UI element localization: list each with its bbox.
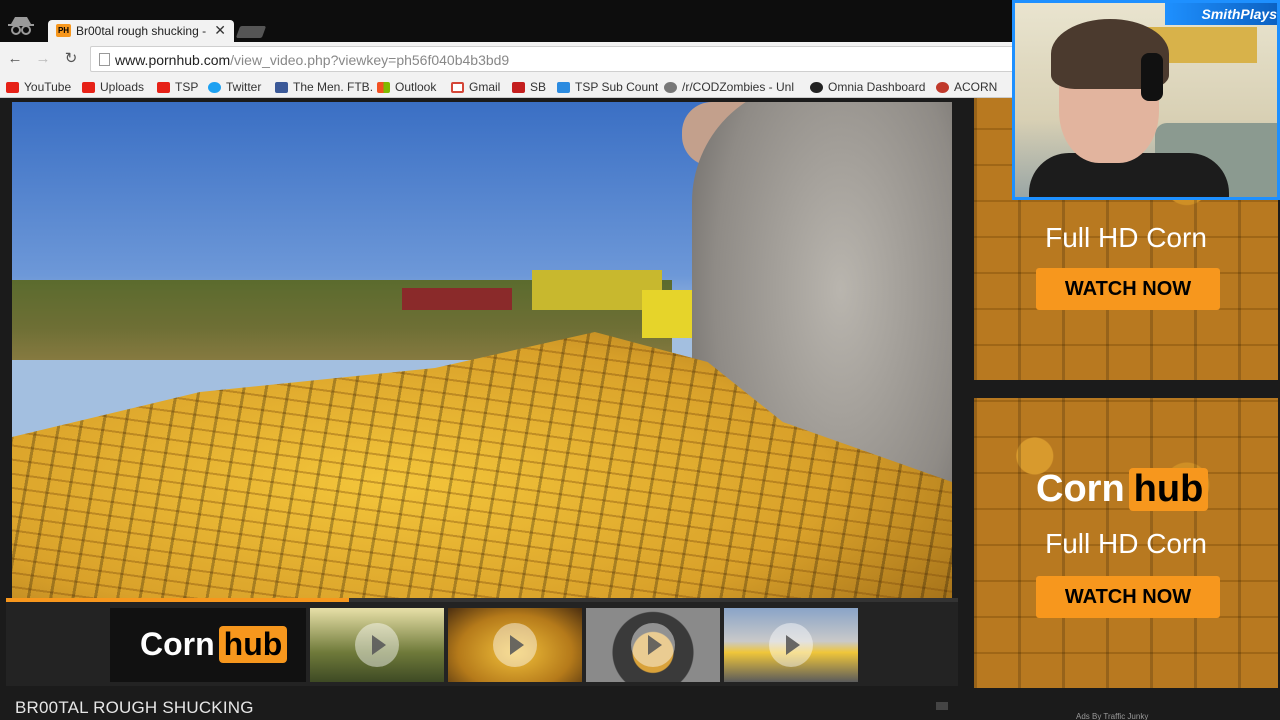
logo-text-left: Corn bbox=[1036, 468, 1125, 510]
reddit-icon bbox=[664, 81, 677, 93]
ads-by-label: Ads By Traffic Junky bbox=[1076, 712, 1149, 720]
facebook-icon bbox=[275, 81, 288, 93]
reload-icon[interactable]: ↻ bbox=[62, 50, 80, 68]
bookmark-gmail[interactable]: Gmail bbox=[451, 79, 500, 95]
tab-close-icon[interactable]: ✕ bbox=[214, 22, 226, 39]
video-frame-truck bbox=[402, 288, 512, 310]
browser-tabstrip: PH Br00tal rough shucking - ✕ bbox=[0, 0, 1012, 42]
bookmark-facebook[interactable]: The Men. FTB. bbox=[275, 79, 373, 95]
bookmark-label: Uploads bbox=[100, 80, 145, 94]
bookmark-sub-count[interactable]: TSP Sub Count bbox=[557, 79, 658, 95]
cornhub-logo-tile[interactable]: Corn hub bbox=[110, 608, 306, 682]
bookmark-label: YouTube bbox=[24, 80, 72, 94]
browser-toolbar: ← → ↻ www.pornhub.com/view_video.php?vie… bbox=[0, 42, 1020, 76]
video-player[interactable] bbox=[12, 102, 952, 598]
watch-now-button[interactable]: WATCH NOW bbox=[1036, 576, 1220, 618]
bookmark-label: The Men. FTB. bbox=[293, 80, 374, 94]
url-path: /view_video.php?viewkey=ph56f040b4b3bd9 bbox=[230, 52, 510, 68]
bookmark-label: Twitter bbox=[226, 80, 262, 94]
bookmark-tsp[interactable]: TSP bbox=[157, 79, 198, 95]
url-host: www.pornhub.com bbox=[115, 52, 231, 68]
window-icon bbox=[557, 81, 570, 93]
ad-tagline: Full HD Corn bbox=[1045, 222, 1207, 253]
cornhub-logo: Corn hub bbox=[1036, 468, 1209, 511]
bookmark-label: Outlook bbox=[395, 80, 437, 94]
windows-icon bbox=[377, 81, 390, 93]
bookmarks-bar: YouTube Uploads TSP Twitter The Men. FTB… bbox=[0, 76, 1012, 98]
streamer-banner: SmithPlays bbox=[1165, 3, 1277, 25]
logo-text-left: Corn bbox=[140, 626, 215, 662]
tab-title: Br00tal rough shucking - bbox=[76, 24, 207, 38]
bookmark-sb[interactable]: SB bbox=[512, 79, 546, 95]
bookmark-omnia[interactable]: Omnia Dashboard bbox=[810, 79, 925, 95]
url-text: www.pornhub.com/view_video.php?viewkey=p… bbox=[115, 52, 509, 68]
youtube-icon bbox=[82, 81, 95, 93]
youtube-icon bbox=[157, 81, 170, 93]
watch-now-button[interactable]: WATCH NOW bbox=[1036, 268, 1220, 310]
bookmark-label: Gmail bbox=[469, 80, 501, 94]
forward-arrow-icon[interactable]: → bbox=[34, 50, 52, 68]
bookmark-uploads[interactable]: Uploads bbox=[82, 79, 144, 95]
ad-banner-bottom[interactable]: Corn hub Full HD Corn WATCH NOW bbox=[974, 398, 1278, 688]
site-favicon: PH bbox=[56, 24, 71, 37]
video-title: BR00TAL ROUGH SHUCKING bbox=[15, 698, 254, 717]
bookmark-label: SB bbox=[530, 80, 547, 94]
webcam-overlay: SmithPlays bbox=[1012, 0, 1280, 200]
new-tab-button[interactable] bbox=[235, 26, 267, 38]
related-video-thumbnail[interactable] bbox=[310, 608, 444, 682]
cornhub-logo: Corn hub bbox=[140, 626, 288, 663]
logo-text-right: hub bbox=[1128, 468, 1209, 511]
twitter-icon bbox=[208, 81, 221, 93]
bookmark-twitter[interactable]: Twitter bbox=[208, 79, 261, 95]
play-icon bbox=[355, 623, 399, 667]
bookmark-label: TSP bbox=[175, 80, 199, 94]
address-bar[interactable]: www.pornhub.com/view_video.php?viewkey=p… bbox=[90, 46, 1020, 72]
related-video-thumbnail[interactable] bbox=[586, 608, 720, 682]
youtube-icon bbox=[6, 81, 19, 93]
ad-tagline: Full HD Corn bbox=[1045, 528, 1207, 559]
chart-icon bbox=[512, 81, 525, 93]
bookmark-label: TSP Sub Count bbox=[575, 80, 659, 94]
related-video-thumbnail[interactable] bbox=[448, 608, 582, 682]
bookmark-acorn[interactable]: ACORN bbox=[936, 79, 997, 95]
flag-icon[interactable] bbox=[936, 702, 948, 710]
play-icon bbox=[769, 623, 813, 667]
related-video-thumbnail[interactable] bbox=[724, 608, 858, 682]
incognito-icon bbox=[8, 17, 34, 35]
headphones-icon bbox=[1141, 53, 1163, 101]
related-videos-strip: Corn hub bbox=[6, 602, 958, 686]
bookmark-youtube[interactable]: YouTube bbox=[6, 79, 71, 95]
omnia-icon bbox=[810, 81, 823, 93]
bookmark-label: Omnia Dashboard bbox=[828, 80, 926, 94]
bookmark-label: ACORN bbox=[954, 80, 998, 94]
screen: PH Br00tal rough shucking - ✕ ← → ↻ www.… bbox=[0, 0, 1280, 720]
bookmark-label: /r/CODZombies - Unl bbox=[682, 80, 795, 94]
bookmark-outlook[interactable]: Outlook bbox=[377, 79, 436, 95]
browser-tab-active[interactable]: PH Br00tal rough shucking - ✕ bbox=[48, 20, 234, 42]
gmail-icon bbox=[451, 81, 464, 93]
play-icon bbox=[631, 623, 675, 667]
acorn-icon bbox=[936, 81, 949, 93]
play-icon bbox=[493, 623, 537, 667]
logo-text-right: hub bbox=[218, 626, 288, 663]
page-icon bbox=[99, 53, 110, 66]
back-arrow-icon[interactable]: ← bbox=[6, 50, 24, 68]
bookmark-reddit[interactable]: /r/CODZombies - Unl bbox=[664, 79, 796, 95]
